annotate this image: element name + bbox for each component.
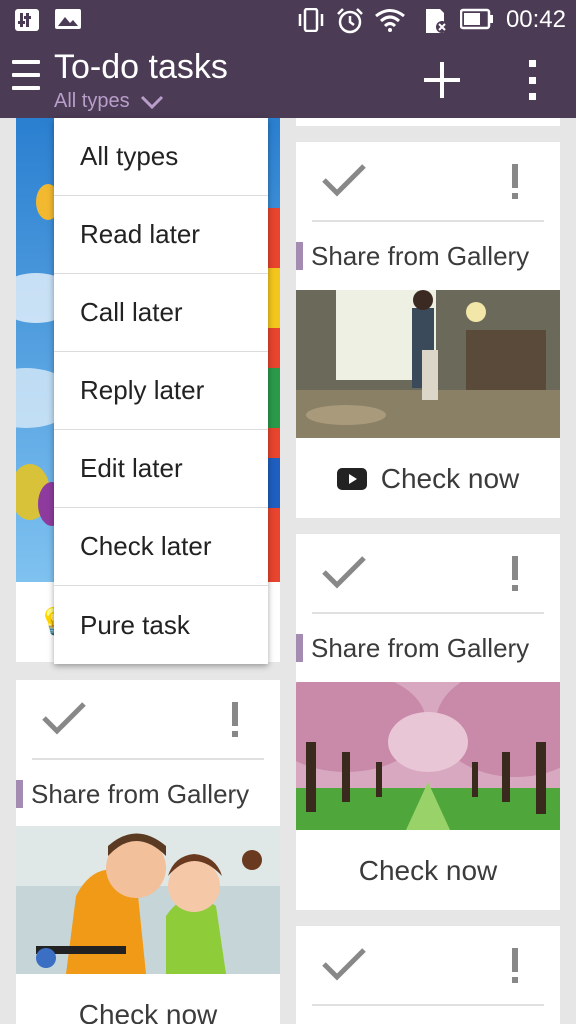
check-now-button[interactable]: Check now <box>296 830 560 912</box>
type-filter-dropdown[interactable]: All types <box>54 90 164 113</box>
task-card-right-1[interactable]: Share from Gallery Check now <box>296 142 560 518</box>
divider <box>32 758 264 760</box>
add-task-button[interactable] <box>420 58 464 102</box>
divider <box>312 1004 544 1006</box>
kids-photo <box>16 826 280 974</box>
task-card-left-bottom[interactable]: Share from Gallery Check now <box>16 680 280 1024</box>
sd-card-icon <box>422 8 450 34</box>
menu-item-call-later[interactable]: Call later <box>54 274 268 352</box>
check-icon[interactable] <box>320 946 368 987</box>
check-now-button[interactable]: Check now <box>16 974 280 1024</box>
app-bar: To-do tasks All types <box>0 40 576 118</box>
wifi-icon <box>374 8 406 32</box>
task-card-right-3[interactable] <box>296 926 560 1024</box>
status-time: 00:42 <box>505 6 566 33</box>
overflow-menu-icon[interactable] <box>520 58 544 102</box>
menu-item-all-types[interactable]: All types <box>54 118 268 196</box>
important-icon[interactable] <box>510 556 520 597</box>
alarm-icon <box>336 8 364 34</box>
type-filter-menu: All types Read later Call later Reply la… <box>54 118 268 664</box>
image-icon <box>54 8 82 30</box>
check-icon[interactable] <box>320 554 368 595</box>
menu-item-read-later[interactable]: Read later <box>54 196 268 274</box>
check-icon[interactable] <box>320 162 368 203</box>
important-icon[interactable] <box>510 164 520 205</box>
family-photo <box>296 290 560 438</box>
card-type-label: Share from Gallery <box>296 238 529 274</box>
divider <box>312 220 544 222</box>
card-type-label: Share from Gallery <box>16 776 249 812</box>
task-card-right-2[interactable]: Share from Gallery Check now <box>296 534 560 910</box>
important-icon[interactable] <box>510 948 520 989</box>
card-type-label: Share from Gallery <box>296 630 529 666</box>
status-bar: 00:42 <box>0 0 576 40</box>
menu-item-edit-later[interactable]: Edit later <box>54 430 268 508</box>
check-icon[interactable] <box>40 700 88 741</box>
youtube-icon <box>336 468 367 490</box>
task-card-right-partial[interactable] <box>296 118 560 126</box>
vibrate-icon <box>296 8 326 32</box>
battery-icon <box>460 8 494 30</box>
menu-item-reply-later[interactable]: Reply later <box>54 352 268 430</box>
menu-item-check-later[interactable]: Check later <box>54 508 268 586</box>
important-icon[interactable] <box>230 702 240 743</box>
chevron-down-icon <box>140 95 163 109</box>
type-filter-label: All types <box>54 90 130 112</box>
equalizer-icon <box>14 8 40 32</box>
menu-icon[interactable] <box>12 60 40 94</box>
divider <box>312 612 544 614</box>
cherry-blossom-photo <box>296 682 560 830</box>
page-title: To-do tasks <box>54 48 228 86</box>
check-now-button[interactable]: Check now <box>296 438 560 520</box>
menu-item-pure-task[interactable]: Pure task <box>54 586 268 664</box>
